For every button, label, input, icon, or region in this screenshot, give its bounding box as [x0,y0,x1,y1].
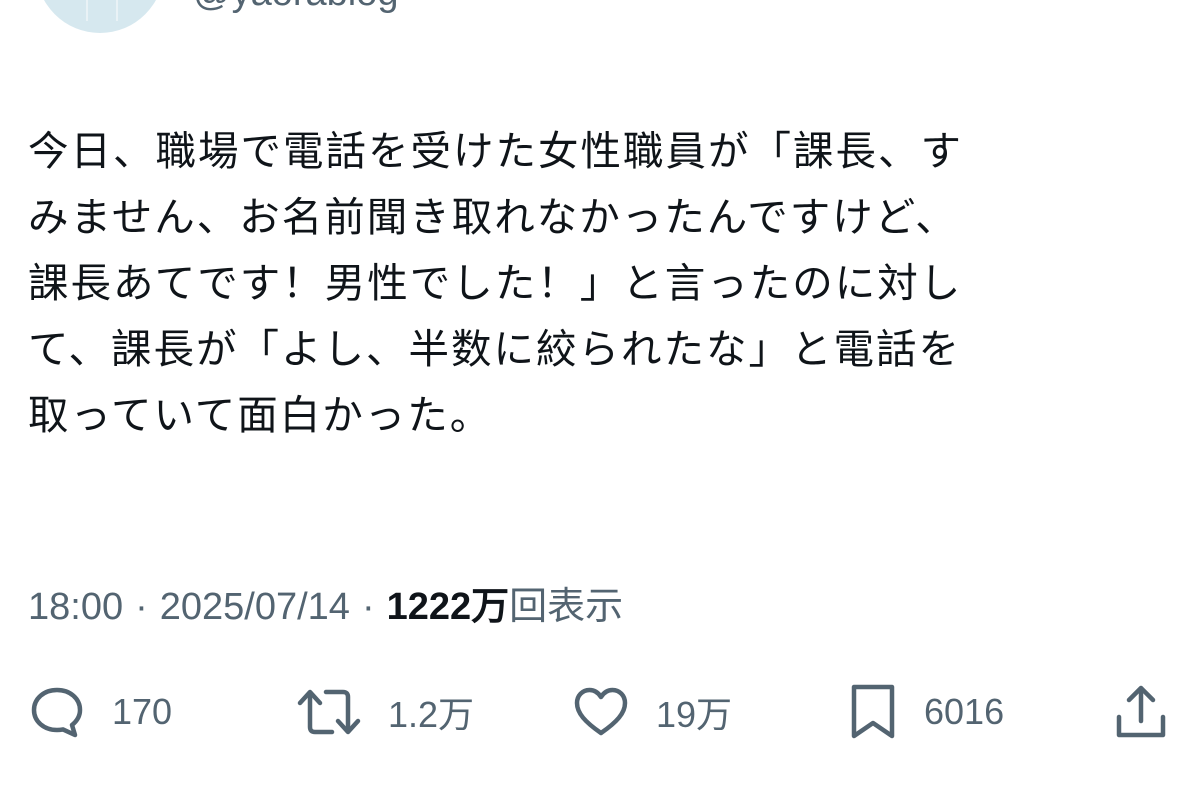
like-button[interactable]: 19万 [572,680,732,744]
bookmark-icon [848,683,898,741]
tweet-time[interactable]: 18:00 [28,586,123,628]
meta-separator: · [135,586,148,628]
tweet-text-line: みません、お名前聞き取れなかったんですけど、 [28,193,958,241]
tweet-text-line: 課長あてです！男性でした！」と言ったのに対し [28,259,963,307]
like-count: 19万 [656,694,733,735]
tweet-date[interactable]: 2025/07/14 [160,586,350,628]
avatar[interactable] [36,0,164,33]
heart-icon [572,683,630,741]
reply-button[interactable]: 170 [28,680,172,744]
reply-count: 170 [112,691,173,732]
action-bar: 170 1.2万 19万 6016 [0,680,1200,744]
bookmark-count: 6016 [924,691,1005,732]
views-label[interactable]: 回表示 [509,586,623,628]
tweet-text: 今日、職場で電話を受けた女性職員が「課長、す みません、お名前聞き取れなかったん… [28,118,1158,448]
views-count[interactable]: 1222万 [387,586,510,628]
retweet-button[interactable]: 1.2万 [296,680,474,744]
bookmark-button[interactable]: 6016 [848,680,1004,744]
avatar-figure-icon [86,0,118,21]
reply-icon [28,683,86,741]
retweet-icon [296,683,362,741]
retweet-count: 1.2万 [388,694,475,735]
tweet-text-line: 今日、職場で電話を受けた女性職員が「課長、す [28,127,963,175]
author-handle[interactable]: @yaorablog [193,0,398,12]
tweet-text-line: 取っていて面白かった。 [28,391,493,439]
share-icon [1112,683,1170,741]
tweet-meta: 18:00 · 2025/07/14 · 1222万回表示 [28,584,623,630]
share-button[interactable] [1112,680,1170,744]
meta-separator: · [361,586,375,628]
tweet-header: @yaorablog [0,0,1200,40]
tweet-text-line: て、課長が「よし、半数に絞られたな」と電話を [28,325,961,373]
